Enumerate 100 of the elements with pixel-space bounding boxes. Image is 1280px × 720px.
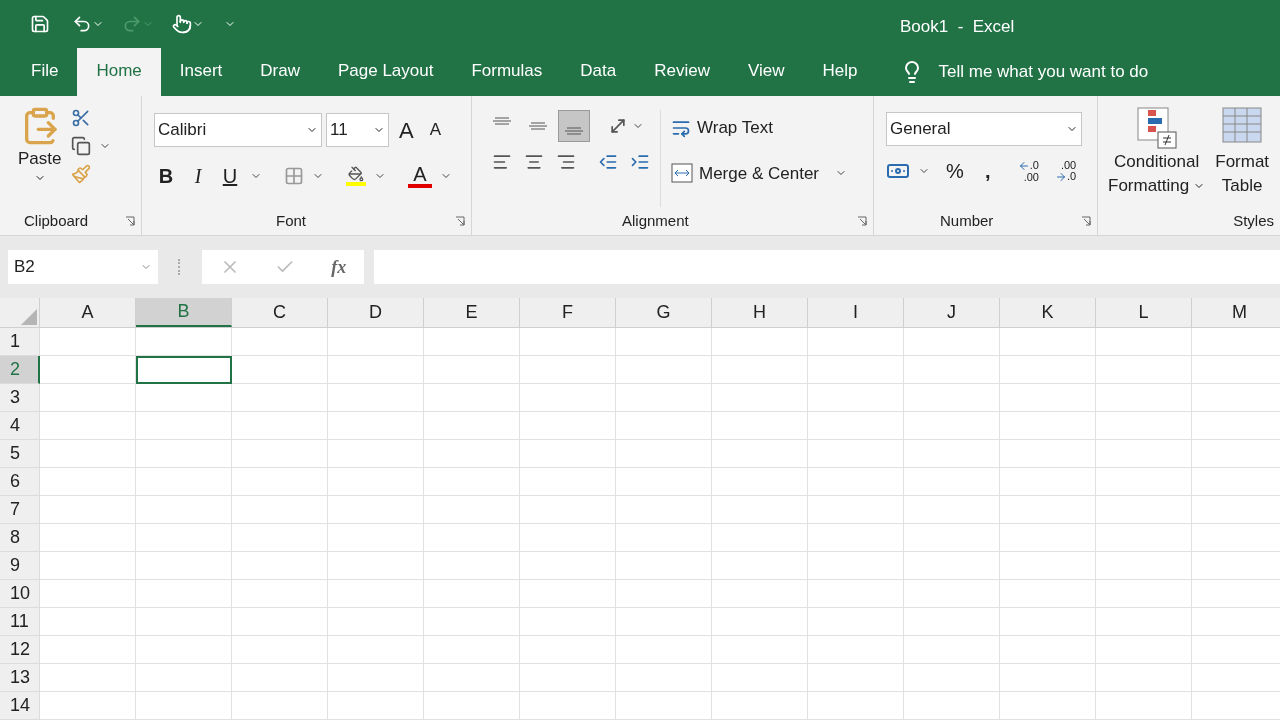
grid-cell[interactable] [136,608,232,636]
grid-cell[interactable] [616,468,712,496]
grid-cell[interactable] [808,692,904,720]
grid-cell[interactable] [424,356,520,384]
grid-cell[interactable] [712,664,808,692]
grid-cell[interactable] [904,608,1000,636]
grid-cell[interactable] [136,580,232,608]
grid-cell[interactable] [424,636,520,664]
grid-cell[interactable] [232,552,328,580]
grid-cell[interactable] [424,384,520,412]
grid-cell[interactable] [40,636,136,664]
grid-cell[interactable] [136,636,232,664]
grid-cell[interactable] [1096,412,1192,440]
grid-cell[interactable] [808,608,904,636]
name-box[interactable]: B2 [8,250,158,284]
grid-cell[interactable] [712,608,808,636]
grid-cell[interactable] [40,384,136,412]
row-header[interactable]: 14 [0,692,40,720]
grid-cell[interactable] [1096,384,1192,412]
row-header[interactable]: 10 [0,580,40,608]
grid-cell[interactable] [232,496,328,524]
font-size-field[interactable]: 11 [326,113,389,147]
dialog-launcher-icon[interactable] [125,216,135,226]
grid-cell[interactable] [712,496,808,524]
grid-cell[interactable] [712,468,808,496]
grid-cell[interactable] [424,664,520,692]
shrink-font-button[interactable]: A [429,117,442,143]
align-left-icon[interactable] [492,152,512,172]
format-painter-icon[interactable] [71,164,92,184]
column-header[interactable]: E [424,298,520,327]
grid-cell[interactable] [616,496,712,524]
grid-cell[interactable] [136,440,232,468]
grid-cell[interactable] [616,552,712,580]
grid-cell[interactable] [616,636,712,664]
vertical-align-button[interactable] [558,110,590,142]
orientation-icon[interactable] [608,116,628,136]
grid-cell[interactable] [40,664,136,692]
grid-cell[interactable] [136,524,232,552]
grid-cell[interactable] [616,608,712,636]
grid-cell[interactable] [808,468,904,496]
grid-cell[interactable] [520,468,616,496]
comma-button[interactable]: , [979,156,996,186]
ribbon-tab[interactable]: View [728,48,804,96]
active-cell[interactable] [136,356,232,384]
grid-cell[interactable] [424,552,520,580]
paste-button[interactable]: Paste [18,106,62,207]
grid-cell[interactable] [1000,608,1096,636]
grid-cell[interactable] [520,636,616,664]
grid-cell[interactable] [424,440,520,468]
grid-cell[interactable] [328,664,424,692]
grid-cell[interactable] [328,524,424,552]
grid-cell[interactable] [40,692,136,720]
decrease-indent-icon[interactable] [598,152,618,172]
grid-cell[interactable] [520,524,616,552]
grid-cell[interactable] [424,412,520,440]
grid-cell[interactable] [520,328,616,356]
fill-color-icon[interactable] [346,166,366,186]
merge-center-button[interactable]: Merge & Center [699,160,819,186]
grid-cell[interactable] [904,384,1000,412]
ribbon-tab[interactable]: Review [635,48,729,96]
grid-cell[interactable] [40,468,136,496]
grid-cell[interactable] [712,356,808,384]
grid-cell[interactable] [424,608,520,636]
grid-cell[interactable] [808,580,904,608]
conditional-formatting-button[interactable]: Conditional Formatting [1108,106,1206,207]
grid-cell[interactable] [1096,440,1192,468]
dialog-launcher-icon[interactable] [455,216,465,226]
grid-cell[interactable] [712,412,808,440]
grid-cell[interactable] [40,496,136,524]
dialog-launcher-icon[interactable] [1081,216,1091,226]
grid-cell[interactable] [328,580,424,608]
copy-icon[interactable] [71,136,92,156]
grid-cell[interactable] [616,328,712,356]
grid-cell[interactable] [40,608,136,636]
grid-cell[interactable] [136,692,232,720]
ribbon-tab[interactable]: Help [803,48,877,96]
grid-cell[interactable] [904,692,1000,720]
grid-cell[interactable] [520,356,616,384]
grid-cell[interactable] [232,664,328,692]
column-header[interactable]: I [808,298,904,327]
grid-cell[interactable] [520,384,616,412]
grid-cell[interactable] [712,328,808,356]
grid-cell[interactable] [40,580,136,608]
grid-cell[interactable] [1096,692,1192,720]
grid-cell[interactable] [712,552,808,580]
grid-cell[interactable] [712,692,808,720]
row-header[interactable]: 11 [0,608,40,636]
font-name-field[interactable]: Calibri [154,113,322,147]
grid-cell[interactable] [232,636,328,664]
grid-cell[interactable] [904,580,1000,608]
grid-cell[interactable] [328,328,424,356]
grid-cell[interactable] [616,524,712,552]
grid-cell[interactable] [328,384,424,412]
grid-cell[interactable] [136,384,232,412]
grid-cell[interactable] [328,412,424,440]
grid-cell[interactable] [424,692,520,720]
grid-cell[interactable] [808,440,904,468]
grid-cell[interactable] [232,412,328,440]
grid-cell[interactable] [232,580,328,608]
grid-cell[interactable] [904,664,1000,692]
